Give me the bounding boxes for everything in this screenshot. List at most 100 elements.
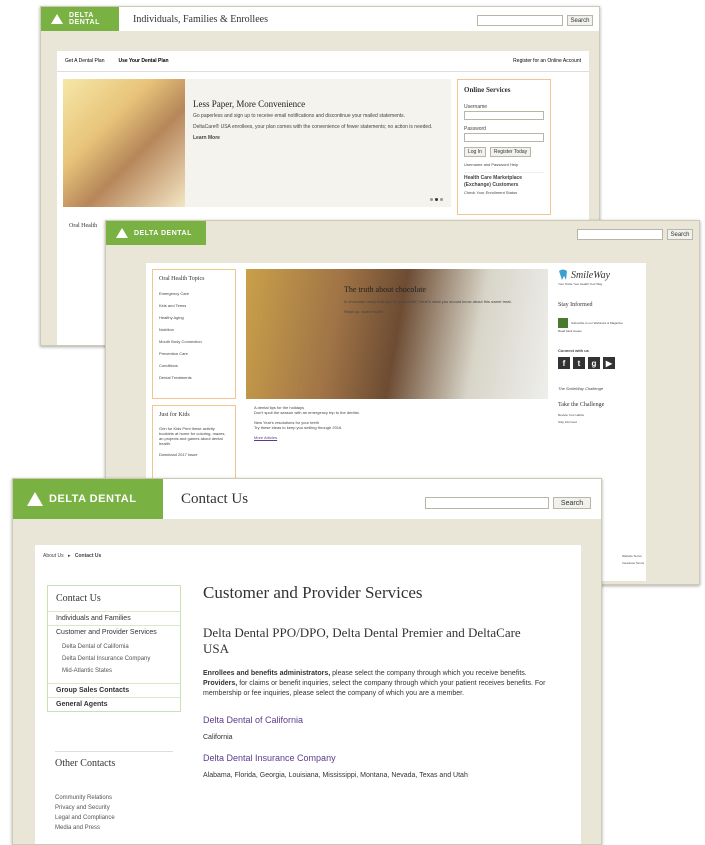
other-contacts-title: Other Contacts <box>55 751 173 793</box>
header-bar: DELTA DENTAL Individuals, Families & Enr… <box>41 7 599 31</box>
delta-dental-logo[interactable]: DELTA DENTAL <box>106 221 206 245</box>
tab-get-plan[interactable]: Get A Dental Plan <box>65 58 104 64</box>
hero-text-2: DeltaCare® USA enrollees, your plan come… <box>193 124 433 130</box>
sidebar-title: Contact Us <box>56 593 101 604</box>
section-subtitle: Delta Dental PPO/DPO, Delta Dental Premi… <box>203 625 521 656</box>
topic-item[interactable]: Nutrition <box>159 324 229 336</box>
facebook-icon[interactable]: f <box>558 357 570 369</box>
more-articles-link[interactable]: More Articles <box>254 435 544 440</box>
topics-title: Oral Health Topics <box>159 276 205 282</box>
hero-text: Go paperless and sign up to receive emai… <box>193 113 406 119</box>
footer-links: Website Terms Insurance Terms <box>622 553 644 567</box>
website-terms-link[interactable]: Website Terms <box>622 553 644 560</box>
learn-more-link[interactable]: Learn More <box>193 135 443 142</box>
stay-informed-heading: Stay Informed <box>558 302 593 308</box>
breadcrumb-home-link[interactable]: About Us <box>43 553 64 559</box>
marketplace-link[interactable]: Health Care Marketplace (Exchange) Custo… <box>464 172 544 189</box>
page-title: Customer and Provider Services <box>203 583 423 602</box>
login-button[interactable]: Log In <box>464 147 486 157</box>
youtube-icon[interactable]: ▶ <box>603 357 615 369</box>
smileway-tagline: Your Smile Your Health Your Way <box>558 282 603 286</box>
challenge-item[interactable]: Review Your Habits <box>558 412 642 419</box>
back-issues-link[interactable]: Read back issues <box>558 328 642 335</box>
register-link[interactable]: Register for an Online Account <box>513 58 581 64</box>
enrollees-text: please select the company through which … <box>330 670 527 677</box>
hero-text: Is chocolate really that bad for your te… <box>344 299 512 304</box>
header-bar: DELTA DENTAL Contact Us Search <box>13 479 601 519</box>
username-input[interactable] <box>464 111 544 120</box>
smileway-tooth-icon <box>559 269 567 280</box>
hero-banner: Less Paper, More Convenience Go paperles… <box>185 79 451 207</box>
page-header-title: Contact Us <box>181 490 249 507</box>
contact-link[interactable]: Privacy and Security <box>55 803 173 813</box>
register-today-button[interactable]: Register Today <box>489 147 532 157</box>
contact-link[interactable]: Legal and Compliance <box>55 813 173 823</box>
contact-link[interactable]: Community Relations <box>55 793 173 803</box>
smileway-logo[interactable]: SmileWay <box>558 269 642 281</box>
hero-photo-family <box>63 79 185 207</box>
breadcrumb: About Us ▸ Contact Us <box>43 553 101 559</box>
topics-box: Oral Health Topics Emergency Care Kids a… <box>152 269 236 399</box>
company-link-ddc[interactable]: Delta Dental of California <box>203 715 571 725</box>
delta-logo-icon <box>116 228 128 238</box>
online-services-box: Online Services Username Password Log In… <box>457 79 551 215</box>
sidebar-item-individuals[interactable]: Individuals and Families <box>48 611 180 625</box>
take-challenge-heading: Take the Challenge <box>558 402 605 408</box>
delta-dental-logo[interactable]: DELTA DENTAL <box>13 479 163 519</box>
subscribe-link[interactable]: Subscribe to our Webinars & Magazine <box>571 321 623 325</box>
content-panel: About Us ▸ Contact Us Contact Us Individ… <box>35 545 581 844</box>
topic-item[interactable]: Conditions <box>159 360 229 372</box>
topic-item[interactable]: Prevention Care <box>159 348 229 360</box>
sub-item-mid-atlantic[interactable]: Mid-Atlantic States <box>62 665 166 677</box>
challenge-item[interactable]: Stay Informed <box>558 419 642 426</box>
providers-bold: Providers, <box>203 680 238 687</box>
password-input[interactable] <box>464 133 544 142</box>
providers-paragraph: Providers, for claims or benefit inquiri… <box>203 679 571 699</box>
enrollees-bold: Enrollees and benefits administrators, <box>203 670 331 677</box>
twitter-icon[interactable]: t <box>573 357 585 369</box>
search-input[interactable] <box>577 229 663 240</box>
kids-download-link[interactable]: Download 2017 Issue <box>159 451 229 458</box>
company-link-ddic[interactable]: Delta Dental Insurance Company <box>203 753 571 763</box>
screenshot-contact-us: DELTA DENTAL Contact Us Search About Us … <box>12 478 602 845</box>
sub-item-ddic[interactable]: Delta Dental Insurance Company <box>62 653 166 665</box>
header-bar: DELTA DENTAL Search <box>106 221 699 245</box>
enrollment-status-link[interactable]: Check Your Enrollment Status <box>464 189 544 196</box>
insurance-terms-link[interactable]: Insurance Terms <box>622 560 644 567</box>
googleplus-icon[interactable]: g <box>588 357 600 369</box>
topic-item[interactable]: Emergency Care <box>159 288 229 300</box>
connect-heading: Connect with us <box>558 348 589 353</box>
read-up-link[interactable]: Read up, sweet tooth! <box>344 308 544 315</box>
news-list: A dental tips for the holidays Don't spo… <box>254 405 544 440</box>
sidebar-item-group-sales[interactable]: Group Sales Contacts <box>48 683 180 697</box>
tab-use-plan[interactable]: Use Your Dental Plan <box>118 58 168 64</box>
social-icons: f t g ▶ <box>558 357 642 369</box>
topic-item[interactable]: Kids and Teens <box>159 300 229 312</box>
company-states-ddic: Alabama, Florida, Georgia, Louisiana, Mi… <box>203 772 468 779</box>
delta-dental-logo[interactable]: DELTA DENTAL <box>41 7 119 31</box>
delta-logo-icon <box>51 14 63 24</box>
contact-link[interactable]: Media and Press <box>55 823 173 833</box>
login-help-link[interactable]: Username and Password Help <box>464 161 544 168</box>
topic-item[interactable]: Mouth Body Connection <box>159 336 229 348</box>
search-input[interactable] <box>425 497 549 509</box>
challenge-logo[interactable]: The SmileWay Challenge <box>558 385 642 392</box>
search-button[interactable]: Search <box>553 497 591 509</box>
other-contacts: Other Contacts Community Relations Priva… <box>47 751 181 833</box>
hero-title: Less Paper, More Convenience <box>193 99 306 109</box>
oral-health-heading: Oral Health <box>69 223 98 229</box>
sidebar-item-customer-provider[interactable]: Customer and Provider Services <box>48 625 180 639</box>
sidebar-item-general-agents[interactable]: General Agents <box>48 697 180 711</box>
search-button[interactable]: Search <box>567 15 593 26</box>
company-states-ddc: California <box>203 734 233 741</box>
hero-title: The truth about chocolate <box>344 285 426 294</box>
search-button[interactable]: Search <box>667 229 693 240</box>
providers-text: for claims or benefit inquiries, select … <box>203 680 546 697</box>
topic-item[interactable]: Healthy Aging <box>159 312 229 324</box>
contact-sidebar: Contact Us Individuals and Families Cust… <box>47 585 181 712</box>
sub-item-ddc[interactable]: Delta Dental of California <box>62 641 166 653</box>
carousel-dots[interactable] <box>430 198 443 201</box>
delta-logo-icon <box>27 492 43 506</box>
search-input[interactable] <box>477 15 563 26</box>
topic-item[interactable]: Dental Treatments <box>159 372 229 384</box>
